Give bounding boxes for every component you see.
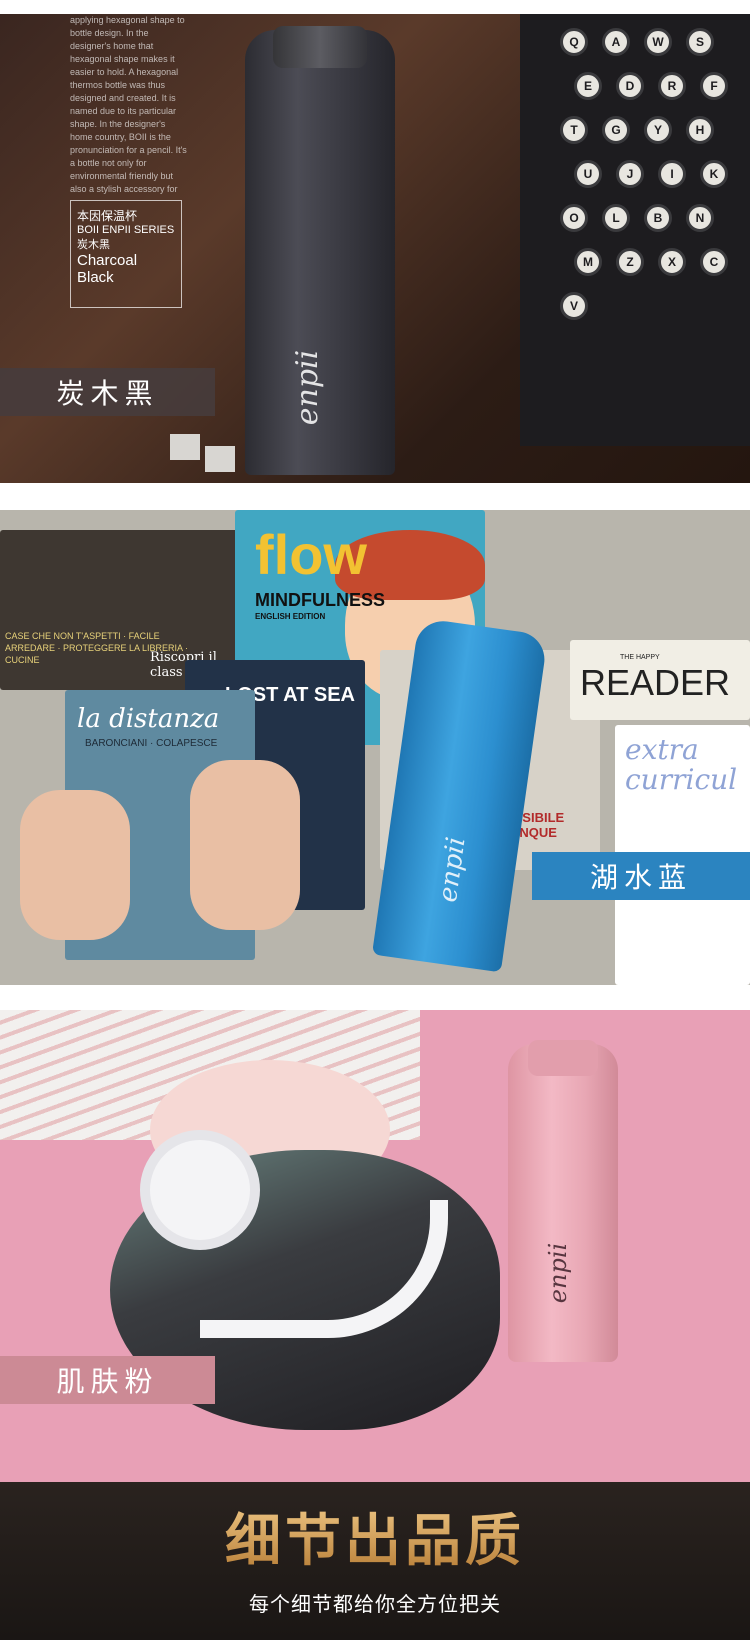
typewriter-key: B — [644, 204, 672, 232]
panel-skin-pink: enpii 肌肤粉 — [0, 1010, 750, 1482]
typewriter-key: U — [574, 160, 602, 188]
bottle-logo: enpii — [544, 1242, 573, 1304]
typewriter-key: J — [616, 160, 644, 188]
intro-text: applying hexagonal shape to bottle desig… — [70, 15, 187, 194]
headphones-icon — [140, 1130, 260, 1250]
typewriter-key: E — [574, 72, 602, 100]
bottle-cap — [273, 26, 367, 68]
typewriter-key: Z — [616, 248, 644, 276]
quality-subtitle: 每个细节都给你全方位把关 — [249, 1592, 501, 1616]
reader-small-title: THE HAPPY — [620, 654, 660, 661]
flow-title: flow — [255, 523, 367, 586]
extra-title: extra curricul — [625, 733, 738, 796]
wood-block — [205, 446, 235, 472]
typewriter-key: G — [602, 116, 630, 144]
typewriter-key: K — [700, 160, 728, 188]
flow-edition: ENGLISH EDITION — [255, 612, 326, 621]
color-name-en: Charcoal Black — [77, 252, 138, 286]
panel-lake-blue: CASE CHE NON T'ASPETTI · FACILE ARREDARE… — [0, 510, 750, 985]
reader-title: READER — [580, 662, 731, 703]
skin-pink-bottle-image: enpii — [508, 1040, 618, 1362]
typewriter-key: M — [574, 248, 602, 276]
typewriter-key: F — [700, 72, 728, 100]
color-label-lake-blue: 湖水蓝 — [532, 852, 750, 900]
typewriter-key: Q — [560, 28, 588, 56]
typewriter-key: O — [560, 204, 588, 232]
color-label-skin-pink: 肌肤粉 — [0, 1356, 215, 1404]
typewriter-key: S — [686, 28, 714, 56]
typewriter-key: Y — [644, 116, 672, 144]
distanza-authors: BARONCIANI · COLAPESCE — [85, 738, 218, 749]
typewriter-key: D — [616, 72, 644, 100]
typewriter-key: X — [658, 248, 686, 276]
panel-charcoal-black: applying hexagonal shape to bottle desig… — [0, 14, 750, 483]
typewriter-key: T — [560, 116, 588, 144]
quality-title: 细节出品质 — [0, 1496, 750, 1577]
bottle-logo: enpii — [432, 835, 472, 905]
series-name-cn: 本因保温杯 — [77, 209, 138, 223]
typewriter-key: L — [602, 204, 630, 232]
color-label-charcoal: 炭木黑 — [0, 368, 215, 416]
bottle-cap — [528, 1040, 598, 1076]
typewriter-image: QAWS EDRF TGYH UJIK OLBN MZXC V — [520, 14, 750, 446]
series-info-box: 本因保温杯 BOII ENPII SERIES 炭木黑 Charcoal Bla… — [70, 200, 182, 308]
typewriter-key: R — [658, 72, 686, 100]
typewriter-key: A — [602, 28, 630, 56]
typewriter-key: C — [700, 248, 728, 276]
book-text-red: VISIBILE UNQUE — [510, 810, 565, 840]
distanza-title: la distanza — [77, 704, 220, 734]
series-name-en: BOII ENPII SERIES — [77, 224, 175, 236]
flow-subtitle: MINDFULNESS — [255, 590, 385, 610]
typewriter-key: H — [686, 116, 714, 144]
bottle-logo: enpii — [290, 349, 326, 426]
color-name-cn: 炭木黑 — [77, 239, 110, 251]
happy-reader-magazine: THE HAPPY READER — [570, 640, 750, 720]
typewriter-key: V — [560, 292, 588, 320]
typewriter-key: I — [658, 160, 686, 188]
quality-banner: 细节出品质 每个细节都给你全方位把关 — [0, 1482, 750, 1640]
wood-block — [170, 434, 200, 460]
typewriter-key: N — [686, 204, 714, 232]
left-hand — [20, 790, 130, 940]
typewriter-key: W — [644, 28, 672, 56]
charcoal-bottle-image: enpii — [245, 26, 395, 475]
right-hand — [190, 760, 300, 930]
